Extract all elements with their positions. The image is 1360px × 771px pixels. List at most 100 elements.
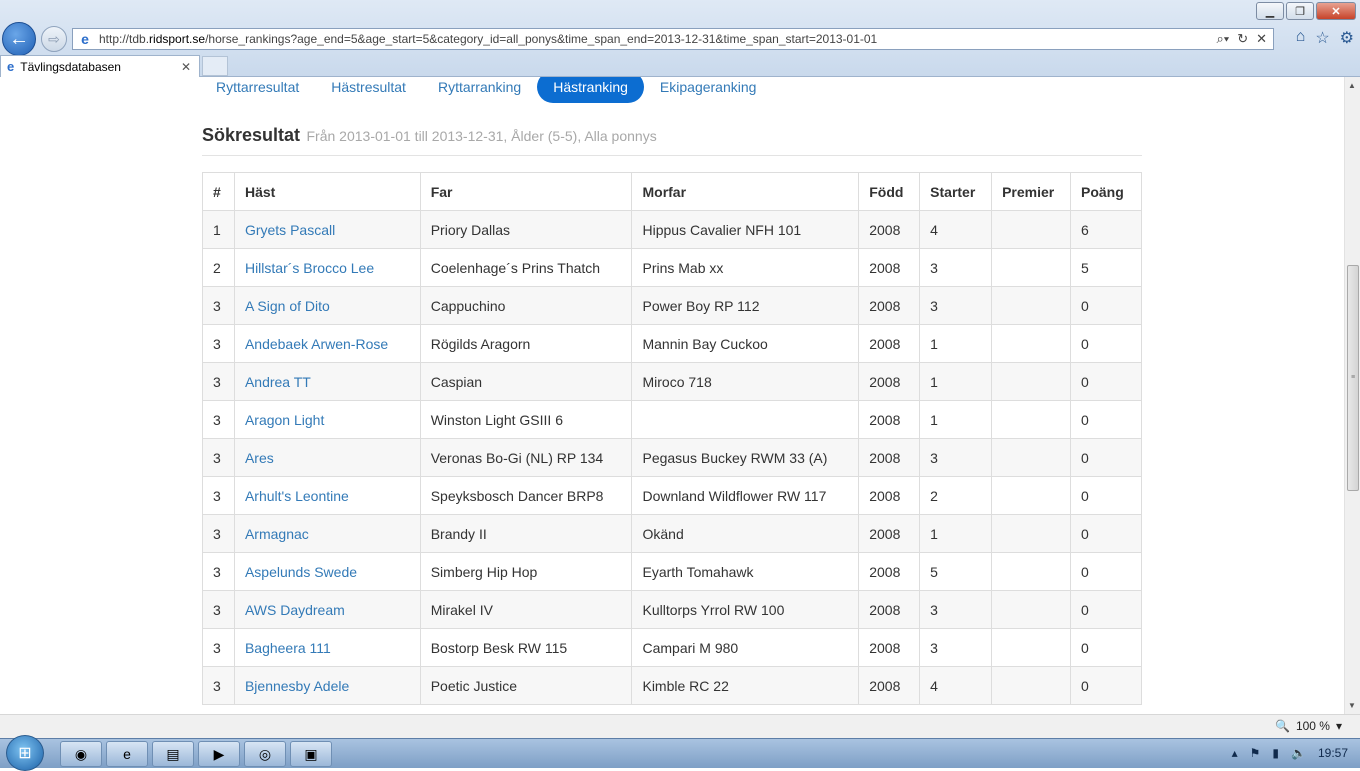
sire-cell: Mirakel IV bbox=[419, 590, 633, 629]
tab-title: Tävlingsdatabasen bbox=[20, 59, 121, 74]
horse-link[interactable]: Andrea TT bbox=[245, 374, 311, 390]
col-header-starts[interactable]: Starter bbox=[919, 172, 993, 211]
table-row: 3 Aragon Light Winston Light GSIII 6 2008 1 0 bbox=[202, 400, 1142, 439]
gear-icon[interactable]: ⚙ bbox=[1340, 28, 1354, 48]
zoom-control[interactable]: 🔍 100 % ▾ bbox=[1275, 719, 1342, 733]
prizes-cell bbox=[991, 590, 1071, 629]
tab-ryttarresultat[interactable]: Ryttarresultat bbox=[200, 77, 315, 103]
browser-chrome: ▁ ❐ ✕ ← ⇨ e http://tdb.ridsport.se/horse… bbox=[0, 0, 1360, 77]
starts-cell: 4 bbox=[919, 210, 993, 249]
table-row: 3 Arhult's Leontine Speyksbosch Dancer BRP… bbox=[202, 476, 1142, 515]
col-header-dam-sire[interactable]: Morfar bbox=[631, 172, 860, 211]
zoom-level: 100 % bbox=[1295, 719, 1330, 733]
horse-cell: A Sign of Dito bbox=[233, 286, 421, 325]
horse-link[interactable]: Ares bbox=[245, 450, 274, 466]
horse-link[interactable]: Bjennesby Adele bbox=[245, 678, 349, 694]
back-arrow-icon: ← bbox=[9, 27, 29, 50]
dam-sire-cell: Hippus Cavalier NFH 101 bbox=[631, 210, 860, 249]
starts-cell: 1 bbox=[919, 324, 993, 363]
flag-icon[interactable]: ⚑ bbox=[1250, 746, 1261, 760]
horse-link[interactable]: Armagnac bbox=[245, 526, 309, 542]
maximize-button[interactable]: ❐ bbox=[1286, 2, 1314, 20]
rank-cell: 3 bbox=[202, 628, 235, 667]
starts-cell: 5 bbox=[919, 552, 993, 591]
tab-close-icon[interactable]: ✕ bbox=[181, 60, 191, 74]
ie-icon: e bbox=[123, 746, 131, 762]
scrollbar-thumb[interactable]: ≡ bbox=[1347, 265, 1359, 491]
forward-button[interactable]: ⇨ bbox=[41, 26, 67, 52]
rank-cell: 1 bbox=[202, 210, 235, 249]
tab-ekipageranking[interactable]: Ekipageranking bbox=[644, 77, 773, 103]
close-window-button[interactable]: ✕ bbox=[1316, 2, 1356, 20]
start-button[interactable]: ⊞ bbox=[6, 735, 44, 771]
born-cell: 2008 bbox=[858, 552, 921, 591]
col-header-born[interactable]: Född bbox=[858, 172, 921, 211]
chevron-down-icon[interactable]: ▾ bbox=[1336, 719, 1342, 733]
address-bar[interactable]: e http://tdb.ridsport.se/horse_rankings?… bbox=[72, 28, 1274, 50]
minimize-button[interactable]: ▁ bbox=[1256, 2, 1284, 20]
sire-cell: Bostorp Besk RW 115 bbox=[419, 628, 633, 667]
horse-link[interactable]: Aspelunds Swede bbox=[245, 564, 357, 580]
table-row: 3 Ares Veronas Bo-Gi (NL) RP 134 Pegasus Bu… bbox=[202, 438, 1142, 477]
col-header-horse[interactable]: Häst bbox=[233, 172, 421, 211]
horse-link[interactable]: Andebaek Arwen-Rose bbox=[245, 336, 388, 352]
taskbar-app-6[interactable]: ▣ bbox=[290, 741, 332, 767]
points-cell: 0 bbox=[1070, 362, 1142, 401]
horse-link[interactable]: Hillstar´s Brocco Lee bbox=[245, 260, 374, 276]
horse-cell: Bjennesby Adele bbox=[233, 666, 421, 705]
points-cell: 0 bbox=[1070, 514, 1142, 553]
rank-cell: 3 bbox=[202, 400, 235, 439]
horse-link[interactable]: Bagheera 111 bbox=[245, 640, 331, 656]
scroll-up-icon[interactable]: ▲ bbox=[1348, 81, 1356, 90]
tab-hastresultat[interactable]: Hästresultat bbox=[315, 77, 422, 103]
rank-cell: 3 bbox=[202, 514, 235, 553]
taskbar-app-1[interactable]: ◉ bbox=[60, 741, 102, 767]
scroll-down-icon[interactable]: ▼ bbox=[1348, 701, 1356, 710]
ie-page-icon: e bbox=[81, 31, 89, 47]
taskbar-media[interactable]: ▶ bbox=[198, 741, 240, 767]
col-header-prizes[interactable]: Premier bbox=[991, 172, 1071, 211]
horse-cell: Ares bbox=[233, 438, 421, 477]
prizes-cell bbox=[991, 552, 1071, 591]
dam-sire-cell bbox=[631, 400, 860, 439]
new-tab-button[interactable] bbox=[202, 56, 228, 76]
zoom-icon: 🔍 bbox=[1274, 719, 1290, 733]
points-cell: 0 bbox=[1070, 400, 1142, 439]
points-cell: 0 bbox=[1070, 552, 1142, 591]
horse-link[interactable]: Aragon Light bbox=[245, 412, 324, 428]
tray-expand-icon[interactable]: ▴ bbox=[1232, 746, 1238, 760]
tab-hastranking[interactable]: Hästranking bbox=[537, 77, 644, 103]
vertical-scrollbar[interactable]: ▲ ≡ ▼ bbox=[1344, 77, 1360, 714]
app-icon: ◉ bbox=[74, 745, 88, 762]
starts-cell: 3 bbox=[919, 628, 993, 667]
results-table: # Häst Far Morfar Född Starter Premier P… bbox=[202, 172, 1142, 705]
born-cell: 2008 bbox=[858, 248, 921, 287]
chrome-icon: ◎ bbox=[258, 745, 272, 762]
star-icon[interactable]: ☆ bbox=[1315, 28, 1329, 48]
clock[interactable]: 19:57 bbox=[1318, 746, 1348, 760]
taskbar-ie[interactable]: e bbox=[106, 741, 148, 767]
col-header-sire[interactable]: Far bbox=[419, 172, 633, 211]
network-icon[interactable]: ▮ bbox=[1272, 746, 1279, 760]
close-icon[interactable]: ✕ bbox=[1256, 31, 1267, 47]
born-cell: 2008 bbox=[858, 666, 921, 705]
horse-link[interactable]: AWS Daydream bbox=[245, 602, 345, 618]
tab-ryttarranking[interactable]: Ryttarranking bbox=[422, 77, 537, 103]
col-header-rank[interactable]: # bbox=[202, 172, 235, 211]
horse-link[interactable]: Arhult's Leontine bbox=[245, 488, 349, 504]
refresh-icon[interactable]: ↻ bbox=[1237, 31, 1248, 47]
back-button[interactable]: ← bbox=[2, 22, 36, 56]
volume-icon[interactable]: 🔈 bbox=[1291, 746, 1306, 760]
taskbar-chrome[interactable]: ◎ bbox=[244, 741, 286, 767]
home-icon[interactable]: ⌂ bbox=[1296, 28, 1306, 48]
horse-link[interactable]: Gryets Pascall bbox=[245, 222, 335, 238]
url-text[interactable]: http://tdb.ridsport.se/horse_rankings?ag… bbox=[99, 32, 1216, 46]
browser-tab[interactable]: e Tävlingsdatabasen ✕ bbox=[0, 55, 200, 77]
col-header-points[interactable]: Poäng bbox=[1070, 172, 1142, 211]
dam-sire-cell: Prins Mab xx bbox=[631, 248, 860, 287]
taskbar-explorer[interactable]: ▤ bbox=[152, 741, 194, 767]
search-icon[interactable]: ⌕▾ bbox=[1216, 31, 1229, 47]
ranking-nav: Ryttarresultat Hästresultat Ryttarrankin… bbox=[200, 77, 772, 103]
rank-cell: 3 bbox=[202, 476, 235, 515]
horse-link[interactable]: A Sign of Dito bbox=[245, 298, 330, 314]
